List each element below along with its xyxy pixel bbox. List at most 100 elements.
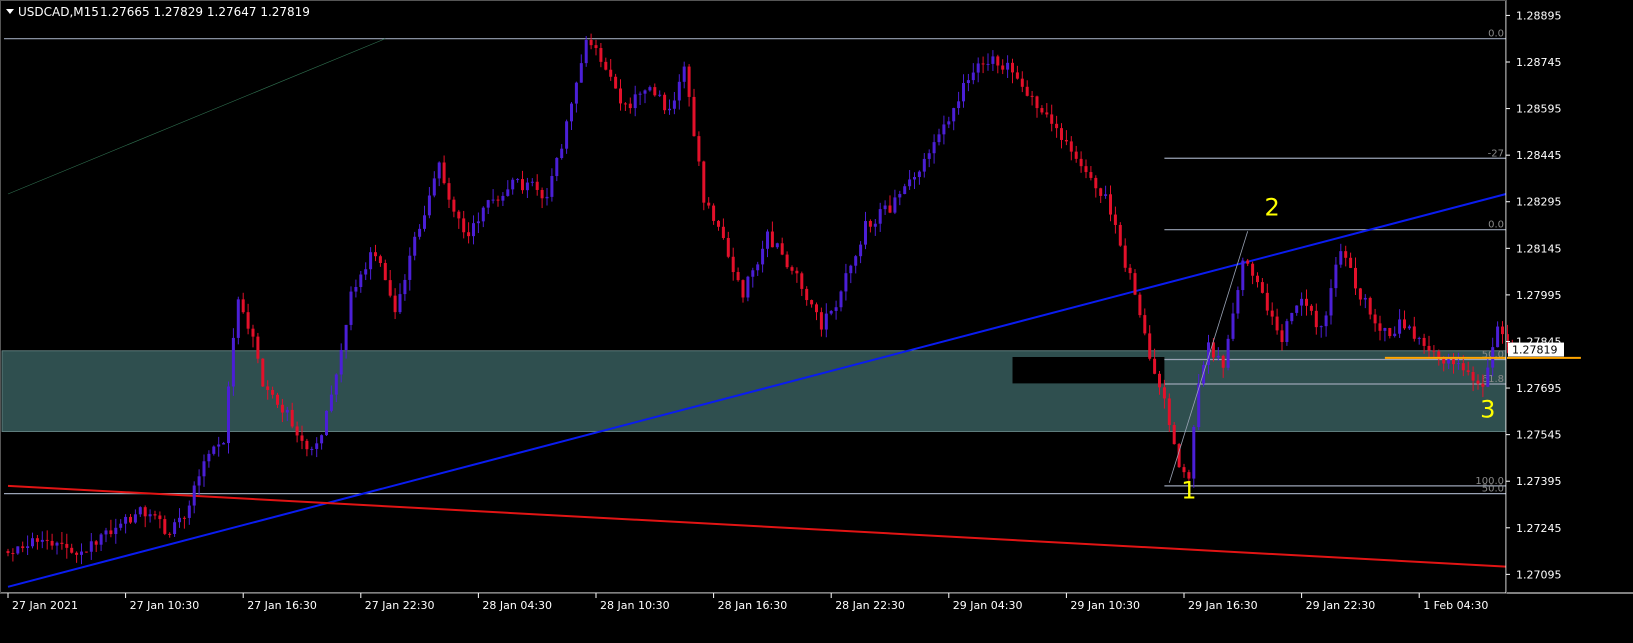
candle-body [878,209,882,224]
candle-body [829,310,833,314]
candle-body [859,244,863,257]
candle-body [227,386,230,444]
candle-body [334,374,338,395]
candle-body [712,205,716,221]
candle-body [1461,363,1465,371]
time-tick-label: 27 Jan 16:30 [247,599,317,612]
candle-body [726,237,730,257]
candle-body [653,87,657,96]
chart-canvas[interactable]: 0.0-270.050.061.8100.050.0 123 1.288951.… [0,0,1633,639]
candle-body [168,533,172,535]
candle-body [300,435,304,441]
time-tick-label: 27 Jan 10:30 [130,599,200,612]
candle-body [996,56,1000,66]
candle-body [158,515,162,520]
candle-body [129,516,132,523]
candle-body [1349,257,1353,268]
candle-body [364,269,368,275]
candle-body [1143,315,1147,334]
candle-body [1422,337,1426,346]
candle-body [1300,298,1304,306]
candle-body [1050,114,1054,124]
candle-body [1109,194,1112,215]
candle-body [486,200,490,208]
candle-body [761,248,765,265]
candle-body [94,541,98,545]
wave-label-3: 3 [1480,396,1495,424]
candle-body [922,158,926,172]
candle-body [26,546,30,549]
candle-body [1197,383,1201,427]
candle-body [1452,359,1455,365]
price-tick-label: 1.27695 [1516,382,1562,395]
candle-body [883,205,887,210]
candle-body [893,197,897,213]
candle-body [212,446,216,454]
candle-body [1407,326,1411,329]
candle-body [1275,316,1279,331]
candle-body [692,96,696,137]
candle-body [80,551,83,555]
candle-body [614,76,618,89]
candle-body [65,543,69,548]
candle-body [1172,425,1176,445]
candle-body [707,202,711,206]
candle-body [325,410,328,436]
candle-body [447,183,451,200]
candle-body [1216,355,1220,358]
price-tick-label: 1.27095 [1516,568,1562,581]
candle-body [1368,297,1372,315]
candle-body [50,540,54,546]
candle-body [565,121,569,149]
time-tick-label: 28 Jan 22:30 [835,599,905,612]
time-tick-label: 27 Jan 2021 [12,599,78,612]
candle-body [570,103,573,122]
candle-body [1319,326,1323,328]
candle-body [545,196,549,199]
candle-body [133,514,137,523]
candle-body [628,103,632,109]
candle-body [775,243,779,248]
candle-body [1378,323,1382,331]
candle-body [1192,426,1196,479]
candle-body [1447,359,1451,364]
candle-body [535,181,539,190]
candle-body [383,263,387,281]
candle-body [574,82,578,104]
candle-body [1295,305,1299,313]
candlestick-chart[interactable]: 0.0-270.050.061.8100.050.0 123 1.288951.… [0,0,1633,639]
candle-body [467,232,471,237]
candle-body [1128,267,1132,274]
fib-level-label: 50.0 [1482,484,1504,495]
candle-body [1412,326,1416,339]
candle-body [1476,380,1480,384]
candle-body [687,66,691,97]
candle-body [824,313,828,330]
candle-body [1025,86,1029,96]
candle-body [378,256,382,264]
candle-body [815,304,818,313]
candle-body [496,199,500,201]
candle-body [873,223,877,227]
time-tick-label: 29 Jan 22:30 [1306,599,1376,612]
candle-body [917,171,921,178]
candle-body [192,485,196,506]
candle-body [1035,96,1039,109]
candle-body [1290,312,1294,322]
price-tick-label: 1.27395 [1516,475,1562,488]
candle-body [398,294,402,313]
candle-body [927,153,931,159]
candle-body [1138,294,1142,316]
candle-body [932,142,936,154]
candle-body [6,551,10,554]
candle-body [638,93,642,95]
candle-body [16,546,20,554]
time-tick-label: 1 Feb 04:30 [1423,599,1488,612]
candle-body [888,205,892,213]
price-tick-label: 1.27995 [1516,289,1562,302]
candle-body [1324,315,1328,327]
candle-body [511,179,515,190]
candle-body [437,162,441,179]
candle-body [844,273,848,292]
candle-body [854,256,858,266]
